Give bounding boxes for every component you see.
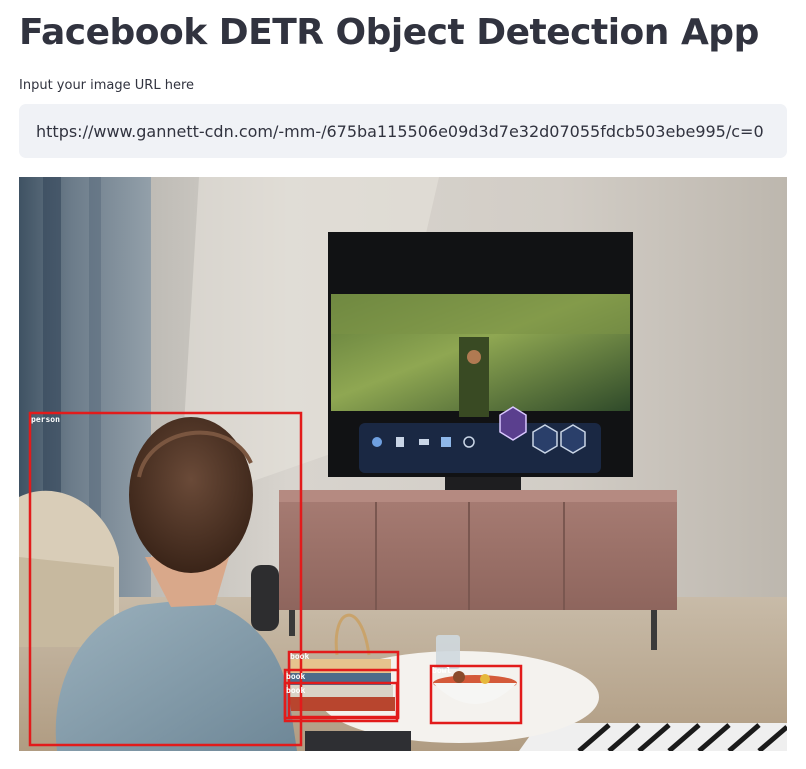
detection-label: person bbox=[31, 415, 60, 424]
game-icon bbox=[441, 437, 451, 447]
detection-label: book bbox=[290, 652, 309, 661]
annotated-photo: person book book book bowl bbox=[19, 177, 787, 751]
file-icon bbox=[396, 437, 404, 447]
gear-icon bbox=[560, 424, 586, 454]
detection-label: book bbox=[286, 686, 305, 695]
detection-label: book bbox=[286, 672, 305, 681]
app-title: Facebook DETR Object Detection App bbox=[19, 12, 759, 53]
equals-icon bbox=[532, 424, 558, 454]
home-icon bbox=[372, 437, 382, 447]
url-input-label: Input your image URL here bbox=[19, 78, 194, 93]
detection-result-image: person book book book bowl bbox=[19, 177, 787, 751]
hdmi-icon bbox=[419, 439, 429, 445]
detection-label: bowl bbox=[432, 666, 451, 675]
cube-icon bbox=[499, 406, 527, 441]
image-url-input[interactable] bbox=[19, 104, 787, 158]
